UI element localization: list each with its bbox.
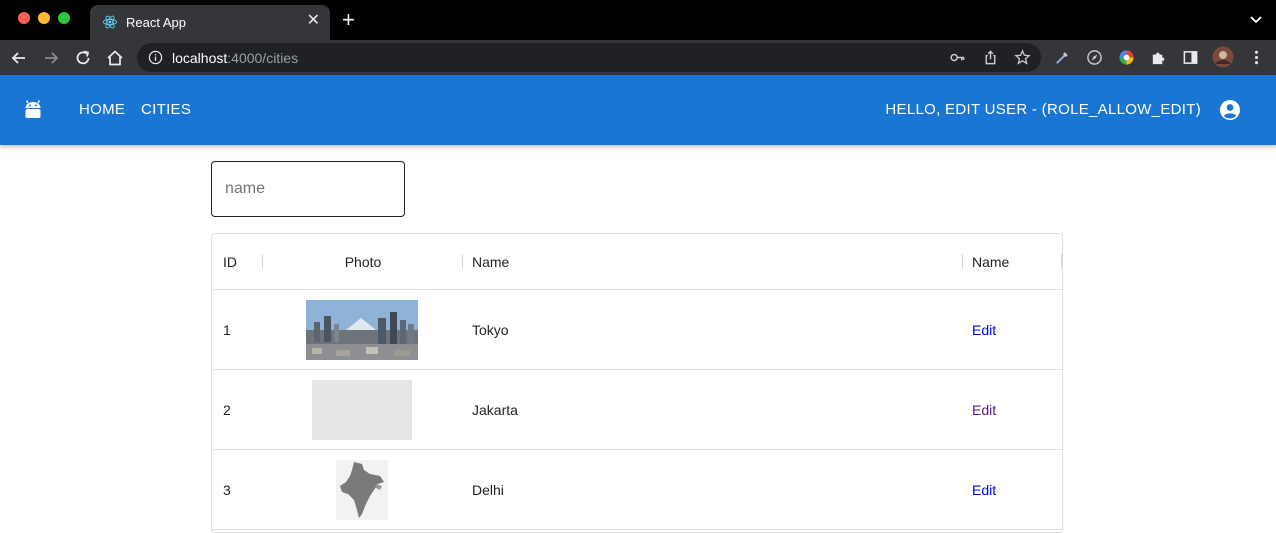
name-search-field[interactable]: [211, 161, 405, 217]
new-tab-button[interactable]: +: [342, 9, 355, 31]
browser-tab-bar: React App ✕ +: [0, 0, 1276, 40]
column-separator[interactable]: [962, 254, 963, 269]
row-id: 1: [223, 322, 231, 338]
city-skyline-photo: [306, 300, 418, 360]
share-icon[interactable]: [982, 49, 999, 66]
window-close-button[interactable]: [18, 12, 30, 24]
android-logo-icon[interactable]: [24, 99, 42, 121]
color-wheel-extension-icon[interactable]: [1118, 49, 1135, 66]
react-logo-icon: [102, 15, 118, 29]
row-name: Jakarta: [472, 402, 518, 418]
tab-close-icon[interactable]: ✕: [307, 12, 320, 30]
key-icon[interactable]: [949, 49, 966, 66]
row-id: 2: [223, 402, 231, 418]
cities-data-grid: ID Photo Name Name 1 Tokyo Edit 2 Jakart…: [211, 233, 1063, 533]
browser-tab-active[interactable]: React App ✕: [90, 5, 330, 40]
name-search-input[interactable]: [212, 162, 404, 216]
edit-link[interactable]: Edit: [972, 450, 996, 530]
column-header-name[interactable]: Name: [472, 234, 509, 290]
url-text: localhost:4000/cities: [172, 50, 298, 66]
blank-photo-placeholder: [312, 380, 412, 440]
window-zoom-button[interactable]: [58, 12, 70, 24]
bookmark-star-icon[interactable]: [1014, 49, 1031, 66]
url-path: :4000/cities: [227, 50, 299, 66]
column-header-id[interactable]: ID: [223, 234, 237, 290]
column-separator[interactable]: [1061, 254, 1062, 269]
profile-avatar-icon[interactable]: [1212, 46, 1234, 68]
table-row[interactable]: 2 Jakarta Edit: [212, 370, 1062, 450]
india-map-image: [336, 460, 388, 520]
edit-link[interactable]: Edit: [972, 370, 996, 450]
row-id: 3: [223, 482, 231, 498]
chevron-down-icon[interactable]: [1248, 11, 1264, 27]
row-name: Delhi: [472, 482, 504, 498]
grid-header-row: ID Photo Name Name: [212, 234, 1062, 290]
user-greeting: HELLO, EDIT USER - (ROLE_ALLOW_EDIT): [885, 101, 1201, 118]
table-row[interactable]: 1 Tokyo Edit: [212, 290, 1062, 370]
window-minimize-button[interactable]: [38, 12, 50, 24]
nav-home-link[interactable]: HOME: [79, 101, 125, 118]
table-row[interactable]: 3 Delhi Edit: [212, 450, 1062, 530]
row-name: Tokyo: [472, 322, 509, 338]
puzzle-extensions-icon[interactable]: [1150, 49, 1167, 66]
side-panel-icon[interactable]: [1182, 49, 1199, 66]
account-circle-icon[interactable]: [1219, 99, 1241, 121]
edit-link[interactable]: Edit: [972, 290, 996, 370]
reload-icon[interactable]: [73, 48, 93, 68]
back-arrow-icon[interactable]: [9, 48, 29, 68]
more-vert-icon[interactable]: [1248, 49, 1265, 66]
tab-title: React App: [126, 15, 186, 30]
column-separator[interactable]: [462, 254, 463, 269]
url-host: localhost: [172, 50, 228, 66]
forward-arrow-icon[interactable]: [41, 48, 61, 68]
column-header-action[interactable]: Name: [972, 234, 1009, 290]
nav-cities-link[interactable]: CITIES: [141, 101, 191, 118]
home-icon[interactable]: [105, 48, 125, 68]
eyedropper-extension-icon[interactable]: [1054, 49, 1071, 66]
browser-toolbar: localhost:4000/cities: [0, 40, 1276, 75]
column-header-photo[interactable]: Photo: [263, 234, 463, 290]
info-icon[interactable]: [148, 50, 163, 65]
app-bar: HOME CITIES HELLO, EDIT USER - (ROLE_ALL…: [0, 75, 1276, 145]
compass-icon[interactable]: [1086, 49, 1103, 66]
address-bar[interactable]: localhost:4000/cities: [137, 43, 1041, 72]
